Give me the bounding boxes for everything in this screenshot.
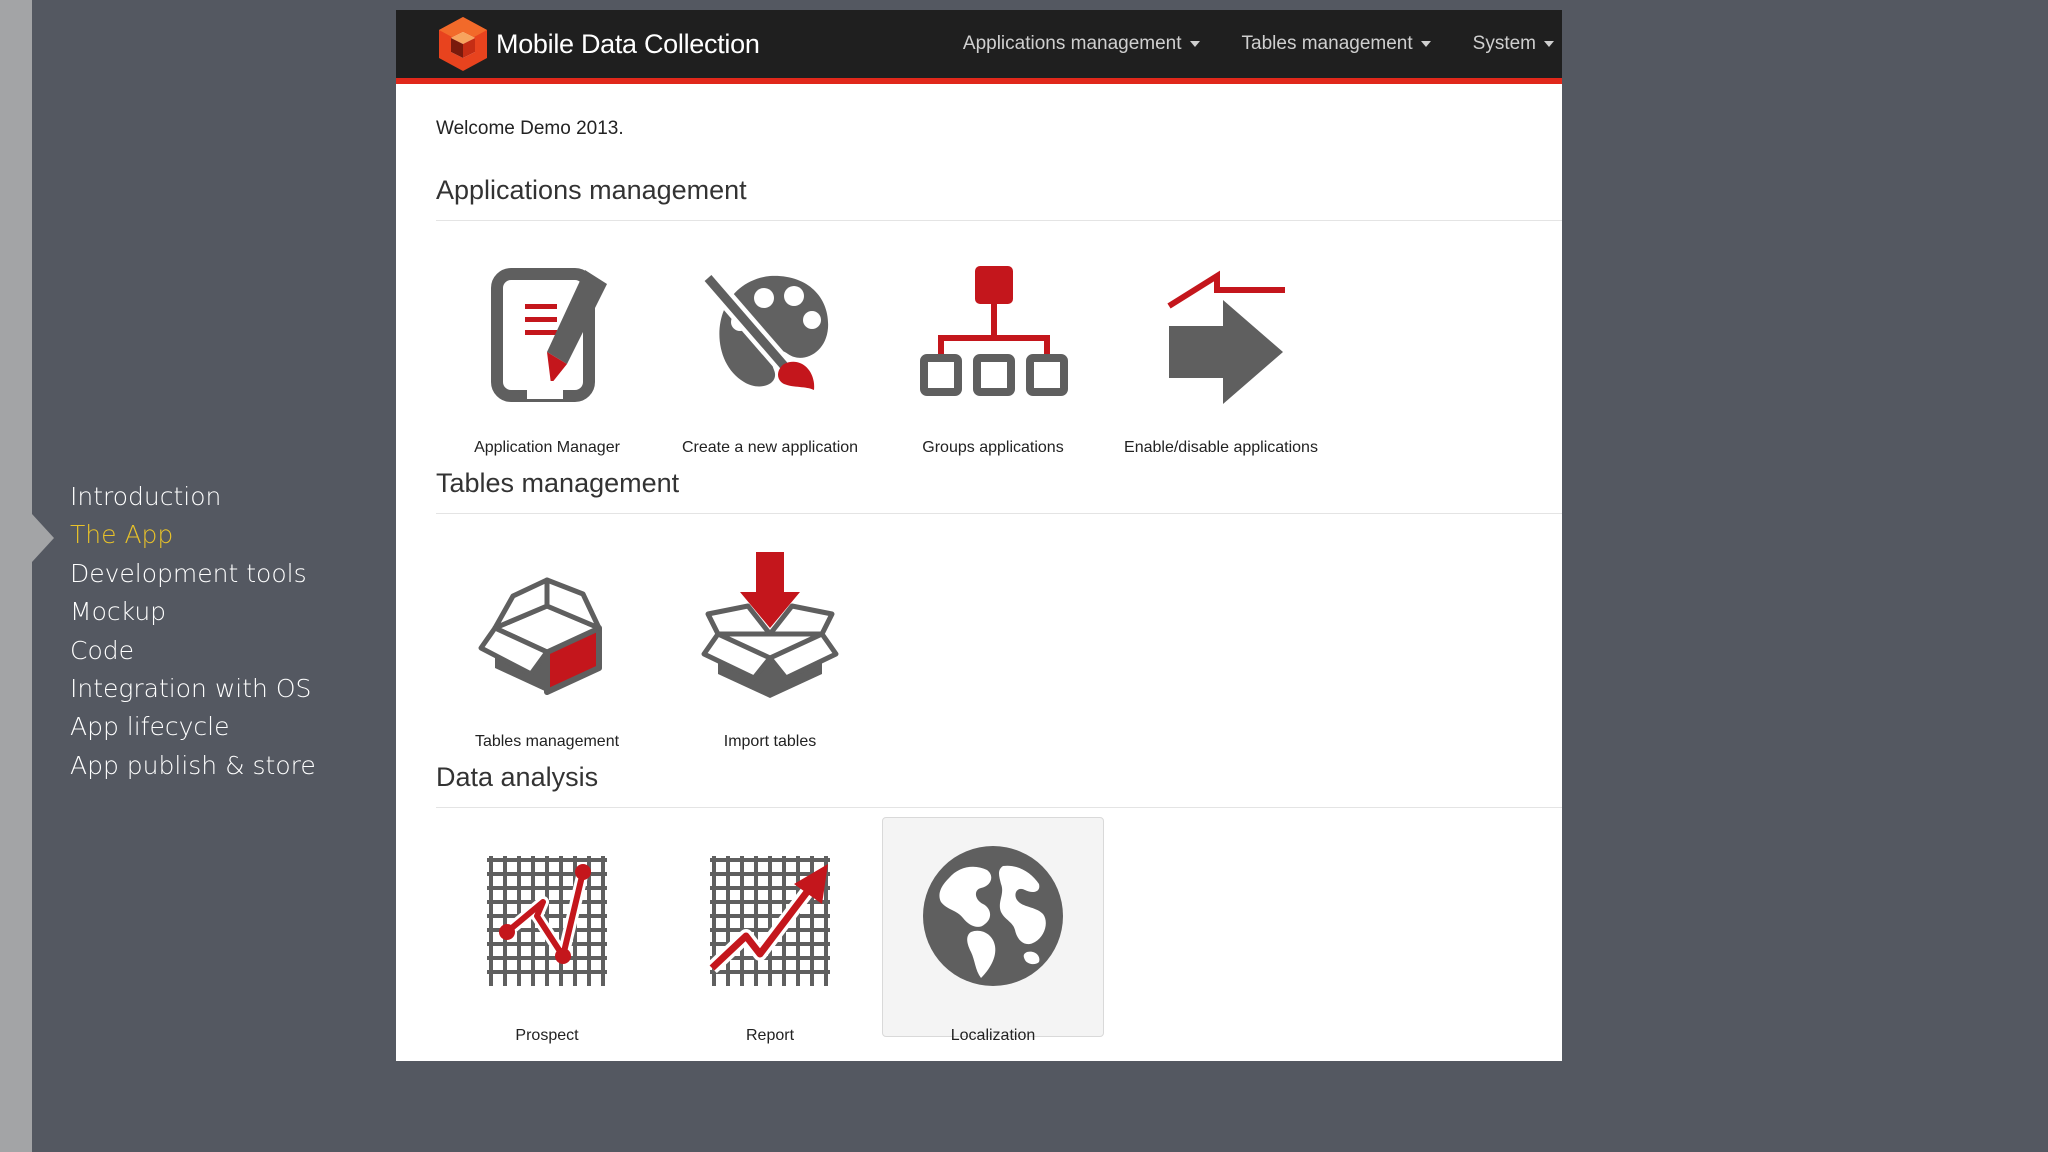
menu-label: Applications management [962, 33, 1182, 54]
top-navbar: Mobile Data Collection Applications mana… [396, 10, 1562, 84]
brand[interactable]: Mobile Data Collection [436, 14, 760, 74]
tile-import-tables[interactable]: Import tables [659, 550, 881, 770]
menu-applications-management[interactable]: Applications management [963, 33, 1200, 55]
caret-down-icon [1544, 41, 1554, 47]
toc-item-app-publish-store[interactable]: App publish & store [70, 747, 316, 785]
section-title-data-analysis: Data analysis [436, 762, 599, 792]
tile-label: Create a new application [681, 439, 859, 456]
menu-label: System [1472, 33, 1536, 54]
tile-localization[interactable]: Localization [882, 817, 1104, 1044]
globe-icon [923, 846, 1063, 986]
toc-item-code[interactable]: Code [70, 632, 316, 670]
section-divider [436, 220, 1562, 221]
toc-item-development-tools[interactable]: Development tools [70, 555, 316, 593]
palette-brush-icon [701, 272, 829, 390]
app-screenshot: Mobile Data Collection Applications mana… [396, 10, 1562, 1061]
tile-label: Tables management [474, 733, 620, 750]
cube-logo-icon [439, 17, 487, 71]
toc-item-app-lifecycle[interactable]: App lifecycle [70, 708, 316, 746]
tile-label: Prospect [515, 1027, 579, 1044]
section-title-applications-management: Applications management [436, 175, 747, 205]
grid-path-icon [487, 856, 607, 986]
slide-side-bar [0, 0, 32, 1152]
section-title-tables-management: Tables management [436, 468, 680, 498]
tile-label: Enable/disable applications [1124, 439, 1318, 456]
toc-item-mockup[interactable]: Mockup [70, 593, 316, 631]
app-title: Mobile Data Collection [496, 28, 760, 59]
section-divider [436, 513, 1562, 514]
open-box-icon [478, 577, 602, 695]
menu-tables-management[interactable]: Tables management [1242, 33, 1431, 55]
caret-down-icon [1420, 41, 1431, 47]
box-import-icon [701, 552, 839, 698]
tile-label: Groups applications [922, 439, 1064, 456]
tile-label: Import tables [723, 733, 817, 750]
section-divider [436, 807, 1562, 808]
caret-down-icon [1189, 41, 1200, 47]
switch-arrow-icon [1167, 270, 1285, 404]
table-of-contents: Introduction The App Development tools M… [70, 478, 316, 785]
toc-item-integration-with-os[interactable]: Integration with OS [70, 670, 316, 708]
hierarchy-icon [920, 266, 1068, 396]
tile-create-new-application[interactable]: Create a new application [659, 256, 881, 476]
grid-trend-icon [707, 856, 830, 986]
tile-application-manager[interactable]: Application Manager [436, 256, 658, 476]
current-section-arrow-icon [32, 514, 54, 562]
tile-report[interactable]: Report [659, 844, 881, 1061]
menu-system[interactable]: System [1473, 33, 1554, 55]
tile-tables-management[interactable]: Tables management [436, 550, 658, 770]
welcome-message: Welcome Demo 2013. [436, 118, 624, 139]
toc-item-introduction[interactable]: Introduction [70, 478, 316, 516]
tile-label: Report [745, 1027, 795, 1044]
tile-groups-applications[interactable]: Groups applications [882, 256, 1104, 476]
menu-label: Tables management [1241, 33, 1413, 54]
toc-item-the-app[interactable]: The App [70, 516, 316, 554]
tile-prospect[interactable]: Prospect [436, 844, 658, 1061]
edit-document-icon [491, 268, 607, 402]
tile-enable-disable-applications[interactable]: Enable/disable applications [1110, 256, 1332, 476]
tile-label: Application Manager [474, 439, 620, 456]
tile-label: Localization [950, 1027, 1036, 1044]
main-menu: Applications management Tables managemen… [921, 10, 1554, 78]
